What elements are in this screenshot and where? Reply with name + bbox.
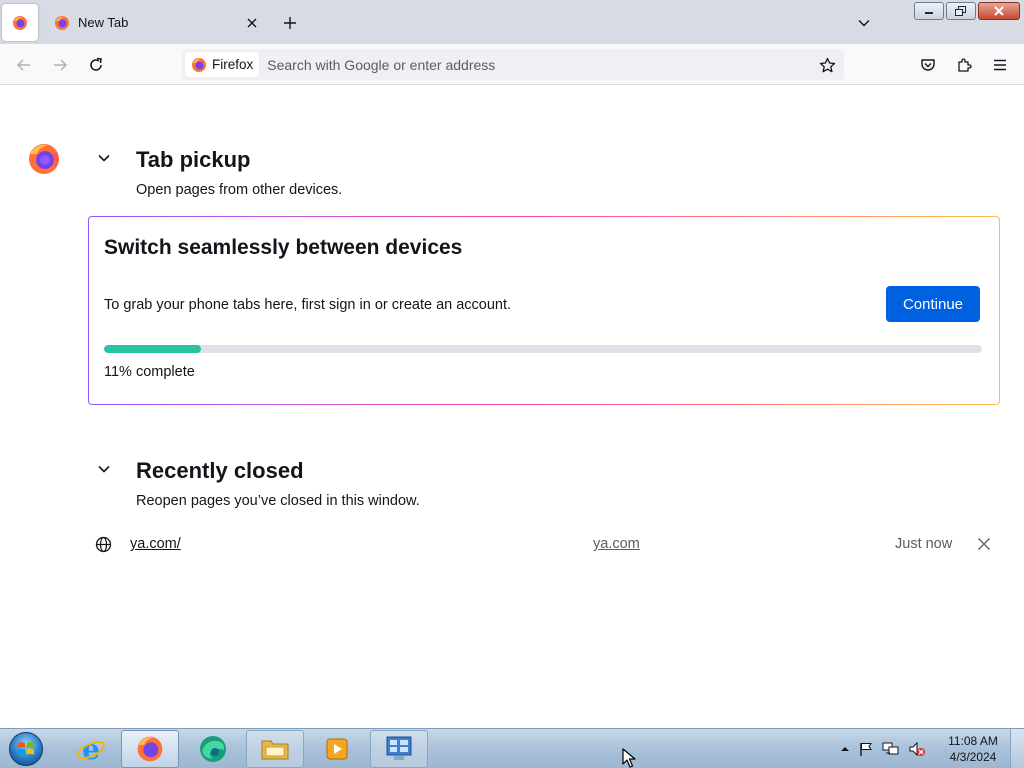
close-window-button[interactable] [978,2,1020,20]
taskbar-file-explorer[interactable] [246,730,304,768]
network-icon[interactable] [882,741,900,757]
pocket-button[interactable] [913,50,943,80]
close-icon [978,538,990,550]
extensions-button[interactable] [949,50,979,80]
back-button[interactable] [9,50,39,80]
internet-explorer-icon: e [77,734,105,764]
minimize-button[interactable] [914,2,944,20]
volume-muted-icon[interactable] [908,741,926,757]
identity-label: Firefox [212,57,254,72]
folder-icon [261,740,289,760]
reload-icon [90,57,102,71]
pinned-tab-firefox[interactable] [2,4,38,41]
control-panel-icon [386,736,412,760]
chevron-down-icon [98,154,110,162]
start-button[interactable] [4,730,48,768]
identity-box[interactable]: Firefox [185,52,260,77]
taskbar-internet-explorer[interactable]: e [62,730,120,768]
recently-closed-title: Recently closed [136,458,304,483]
plus-icon [284,17,296,29]
system-tray [840,729,926,768]
progress-label: 11% complete [104,364,195,380]
star-icon [819,57,835,72]
navigation-toolbar: Firefox [0,44,1024,85]
continue-button[interactable]: Continue [886,286,980,322]
window-controls [914,2,1020,20]
tab-close-icon[interactable] [240,11,264,35]
tab-new-tab[interactable]: New Tab [44,4,266,41]
setup-progress-bar [104,345,982,353]
windows-taskbar: e 11:08 AM 4/3/2024 [0,728,1024,768]
recently-closed-subtitle: Reopen pages you’ve closed in this windo… [136,493,420,509]
restore-icon [955,6,966,16]
windows-logo-icon [9,732,43,766]
url-input[interactable] [267,56,808,73]
tab-pickup-collapse-button[interactable] [94,148,114,168]
firefox-logo-icon [29,144,59,174]
new-tab-button[interactable] [276,9,304,37]
forward-arrow-icon [54,59,68,71]
restore-button[interactable] [946,2,976,20]
closed-page-time: Just now [895,536,953,552]
tab-pickup-title: Tab pickup [136,147,251,172]
minimize-icon [925,12,933,14]
tab-strip: New Tab [0,0,1024,44]
taskbar-firefox[interactable] [121,730,179,768]
show-desktop-button[interactable] [1010,729,1024,768]
chevron-down-icon [858,20,870,27]
app-menu-button[interactable] [985,50,1015,80]
tab-pickup-subtitle: Open pages from other devices. [136,182,343,198]
sync-promo-card: Switch seamlessly between devices To gra… [88,216,1000,405]
pocket-icon [921,59,935,71]
dismiss-closed-tab-button[interactable] [974,534,994,554]
progress-fill [104,345,201,353]
hamburger-menu-icon [994,59,1006,71]
bookmark-star-button[interactable] [814,52,840,78]
firefox-icon [55,15,69,30]
taskbar-clock[interactable]: 11:08 AM 4/3/2024 [942,733,1004,765]
closed-page-url-link[interactable]: ya.com [593,536,640,552]
forward-button[interactable] [45,50,75,80]
address-bar[interactable]: Firefox [182,49,844,80]
media-player-icon [326,738,348,760]
close-icon [994,6,1004,16]
list-all-tabs-button[interactable] [850,9,878,37]
firefox-icon [13,15,27,30]
puzzle-icon [958,58,972,72]
recently-closed-collapse-button[interactable] [94,459,114,479]
card-text: To grab your phone tabs here, first sign… [104,297,512,313]
chevron-down-icon [98,465,110,473]
clock-date: 4/3/2024 [949,750,997,764]
firefox-icon [137,736,163,762]
taskbar-edge[interactable] [184,730,242,768]
back-arrow-icon [16,59,30,71]
taskbar-control-panel[interactable] [370,730,428,768]
taskbar-media-player[interactable] [308,730,366,768]
clock-time: 11:08 AM [948,734,998,748]
edge-icon [200,736,226,762]
svg-text:e: e [82,734,100,764]
globe-icon [95,536,112,553]
mouse-pointer-icon [622,748,636,768]
tab-label: New Tab [78,15,129,30]
list-item[interactable]: ya.com/ ya.com Just now [88,530,1000,560]
reload-button[interactable] [81,50,111,80]
card-title: Switch seamlessly between devices [104,236,463,259]
action-center-flag-icon[interactable] [858,741,874,757]
closed-page-title-link[interactable]: ya.com/ [130,536,181,552]
firefox-icon [192,57,206,72]
show-hidden-icons-icon[interactable] [840,744,850,754]
